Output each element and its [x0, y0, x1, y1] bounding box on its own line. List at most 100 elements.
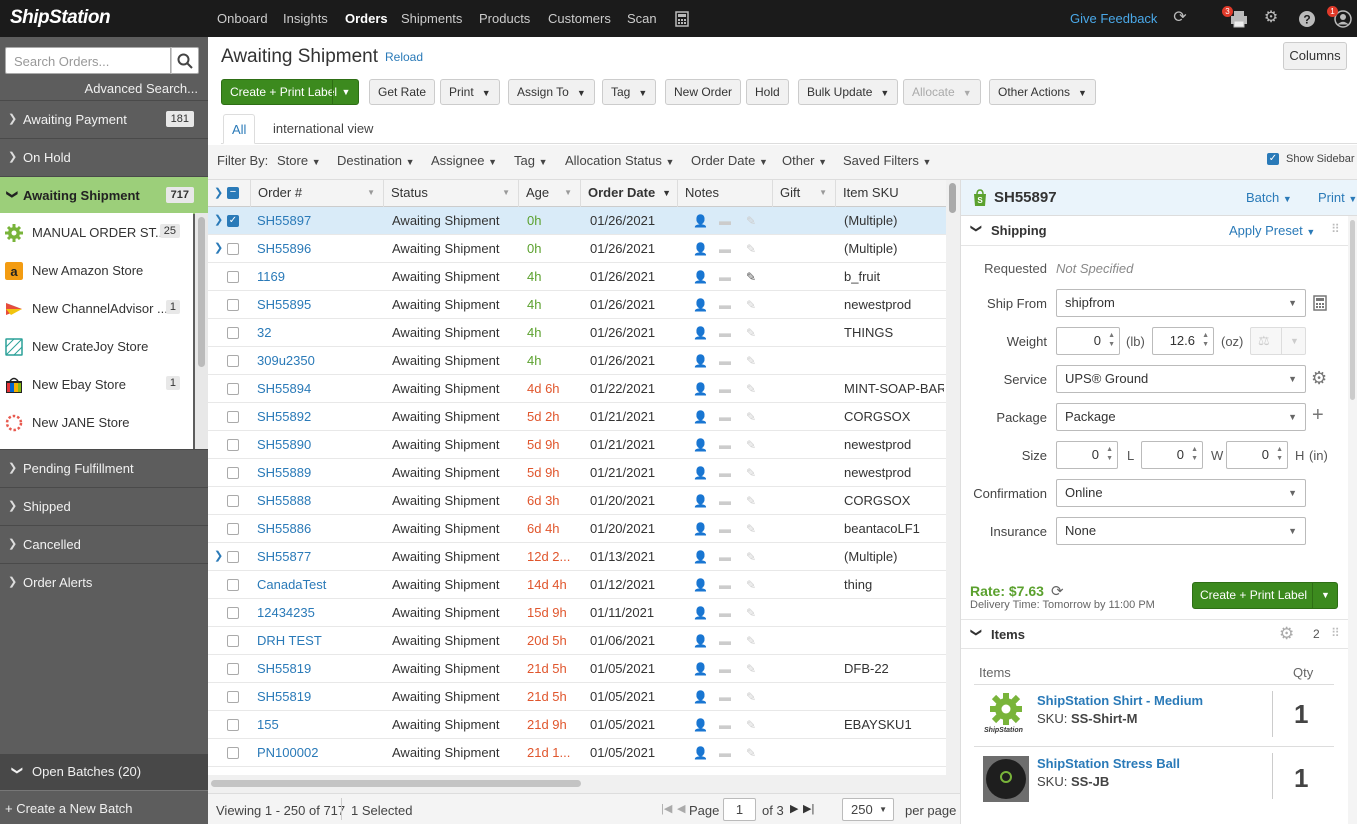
message-icon[interactable]: ▬ [719, 550, 733, 564]
filter-assignee[interactable]: Assignee ▼ [431, 153, 497, 168]
internal-note-icon[interactable]: 👤 [693, 242, 708, 256]
message-icon[interactable]: ▬ [719, 410, 733, 424]
internal-note-icon[interactable]: 👤 [693, 382, 708, 396]
filter-destination[interactable]: Destination ▼ [337, 153, 415, 168]
filter-allocation-status[interactable]: Allocation Status ▼ [565, 153, 674, 168]
stepper-icon[interactable]: ▲ ▼ [1276, 445, 1283, 463]
filter-store[interactable]: Store ▼ [277, 153, 321, 168]
message-icon[interactable]: ▬ [719, 326, 733, 340]
internal-note-icon[interactable]: 👤 [693, 634, 708, 648]
shipping-section-header[interactable]: ❯ Shipping Apply Preset ▼ ⠿ [961, 216, 1349, 246]
edit-note-icon[interactable]: ✎ [746, 494, 760, 508]
order-number-link[interactable]: SH55888 [257, 487, 383, 515]
edit-note-icon[interactable]: ✎ [746, 606, 760, 620]
bulk-update-button[interactable]: Bulk Update ▼ [798, 79, 899, 105]
row-checkbox[interactable] [227, 327, 239, 339]
filter-other[interactable]: Other ▼ [782, 153, 827, 168]
create-print-label-button[interactable]: Create + Print Label ▼ [221, 79, 359, 105]
print-button[interactable]: Print ▼ [440, 79, 500, 105]
table-row[interactable]: SH55892 Awaiting Shipment 5d 2h 01/21/2021 👤… [208, 403, 946, 431]
settings-gear-icon[interactable]: ⚙ [1261, 8, 1281, 28]
table-row[interactable]: DRH TEST Awaiting Shipment 20d 5h 01/06/202… [208, 627, 946, 655]
table-horizontal-scrollbar[interactable] [208, 775, 960, 793]
message-icon[interactable]: ▬ [719, 270, 733, 284]
sidebar-group-pending-fulfillment[interactable]: ❯ Pending Fulfillment [0, 449, 208, 487]
edit-note-icon[interactable]: ✎ [746, 242, 760, 256]
store-item-cratejoy[interactable]: New CrateJoy Store [0, 327, 193, 365]
columns-button[interactable]: Columns [1283, 42, 1347, 70]
order-number-link[interactable]: SH55819 [257, 655, 383, 683]
show-sidebar-checkbox[interactable]: ✓ [1267, 153, 1279, 165]
table-row[interactable]: SH55886 Awaiting Shipment 6d 4h 01/20/2021 👤… [208, 515, 946, 543]
message-icon[interactable]: ▬ [719, 298, 733, 312]
tab-international-view[interactable]: international view [265, 114, 381, 144]
row-checkbox[interactable] [227, 495, 239, 507]
row-checkbox[interactable] [227, 747, 239, 759]
message-icon[interactable]: ▬ [719, 354, 733, 368]
refresh-rate-icon[interactable]: ⟳ [1051, 582, 1064, 600]
calculator-icon[interactable] [1313, 295, 1327, 311]
ship-from-select[interactable]: shipfrom ▼ [1056, 289, 1306, 317]
scale-button[interactable]: ⚖ ▼ [1250, 327, 1306, 355]
expand-all-icon[interactable]: ❯ [214, 186, 223, 199]
table-row[interactable]: PN100002 Awaiting Shipment 21d 1... 01/05/2… [208, 739, 946, 767]
apply-preset-button[interactable]: Apply Preset ▼ [1229, 223, 1315, 238]
nav-onboard[interactable]: Onboard [217, 11, 268, 26]
caret-down-icon[interactable]: ▼ [332, 80, 359, 104]
new-order-button[interactable]: New Order [665, 79, 742, 105]
order-number-link[interactable]: SH55894 [257, 375, 383, 403]
refresh-icon[interactable]: ⟳ [1170, 8, 1190, 28]
order-number-link[interactable]: CanadaTest [257, 571, 383, 599]
stepper-icon[interactable]: ▲ ▼ [1191, 445, 1198, 463]
logo[interactable]: ShipStation [10, 7, 111, 29]
row-checkbox[interactable] [227, 607, 239, 619]
filter-saved-filters[interactable]: Saved Filters ▼ [843, 153, 931, 168]
weight-oz-input[interactable]: 12.6 ▲ ▼ [1152, 327, 1214, 355]
edit-note-icon[interactable]: ✎ [746, 438, 760, 452]
row-checkbox[interactable] [227, 467, 239, 479]
help-icon[interactable]: ? [1298, 10, 1316, 28]
message-icon[interactable]: ▬ [719, 578, 733, 592]
edit-note-icon[interactable]: ✎ [746, 214, 760, 228]
message-icon[interactable]: ▬ [719, 242, 733, 256]
edit-note-icon[interactable]: ✎ [746, 466, 760, 480]
stepper-icon[interactable]: ▲ ▼ [1202, 331, 1209, 349]
edit-note-icon[interactable]: ✎ [746, 298, 760, 312]
message-icon[interactable]: ▬ [719, 494, 733, 508]
table-row[interactable]: ❯ ✓ SH55897 Awaiting Shipment 0h 01/26/2021 👤 ▬… [208, 207, 946, 235]
table-row[interactable]: SH55895 Awaiting Shipment 4h 01/26/2021 👤 ▬ ✎ n… [208, 291, 946, 319]
package-select[interactable]: Package ▼ [1056, 403, 1306, 431]
row-checkbox[interactable] [227, 355, 239, 367]
message-icon[interactable]: ▬ [719, 466, 733, 480]
add-package-plus-icon[interactable]: + [1312, 404, 1324, 426]
edit-note-icon[interactable]: ✎ [746, 270, 760, 284]
service-select[interactable]: UPS® Ground ▼ [1056, 365, 1306, 393]
drag-handle-icon[interactable]: ⠿ [1331, 222, 1340, 236]
internal-note-icon[interactable]: 👤 [693, 214, 708, 228]
internal-note-icon[interactable]: 👤 [693, 326, 708, 340]
tab-all[interactable]: All [223, 114, 256, 144]
internal-note-icon[interactable]: 👤 [693, 746, 708, 760]
last-page-icon[interactable]: ▶| [803, 802, 814, 815]
edit-note-icon[interactable]: ✎ [746, 634, 760, 648]
edit-note-icon[interactable]: ✎ [746, 410, 760, 424]
internal-note-icon[interactable]: 👤 [693, 578, 708, 592]
row-checkbox[interactable] [227, 719, 239, 731]
message-icon[interactable]: ▬ [719, 522, 733, 536]
expand-row-icon[interactable]: ❯ [214, 213, 223, 226]
edit-note-icon[interactable]: ✎ [746, 354, 760, 368]
next-page-icon[interactable]: ▶ [790, 802, 798, 815]
row-checkbox[interactable] [227, 271, 239, 283]
sidebar-group-cancelled[interactable]: ❯ Cancelled [0, 525, 208, 563]
message-icon[interactable]: ▬ [719, 746, 733, 760]
order-number-link[interactable]: PN100002 [257, 739, 383, 767]
table-row[interactable]: SH55888 Awaiting Shipment 6d 3h 01/20/2021 👤… [208, 487, 946, 515]
calculator-icon[interactable] [675, 11, 689, 27]
reload-link[interactable]: Reload [385, 50, 423, 64]
order-number-link[interactable]: SH55895 [257, 291, 383, 319]
internal-note-icon[interactable]: 👤 [693, 270, 708, 284]
sidebar-group-awaiting-payment[interactable]: ❯ Awaiting Payment 181 [0, 100, 208, 138]
items-settings-gear-icon[interactable]: ⚙ [1279, 624, 1294, 644]
give-feedback-link[interactable]: Give Feedback [1070, 11, 1157, 26]
search-input[interactable]: Search Orders... [5, 47, 171, 74]
